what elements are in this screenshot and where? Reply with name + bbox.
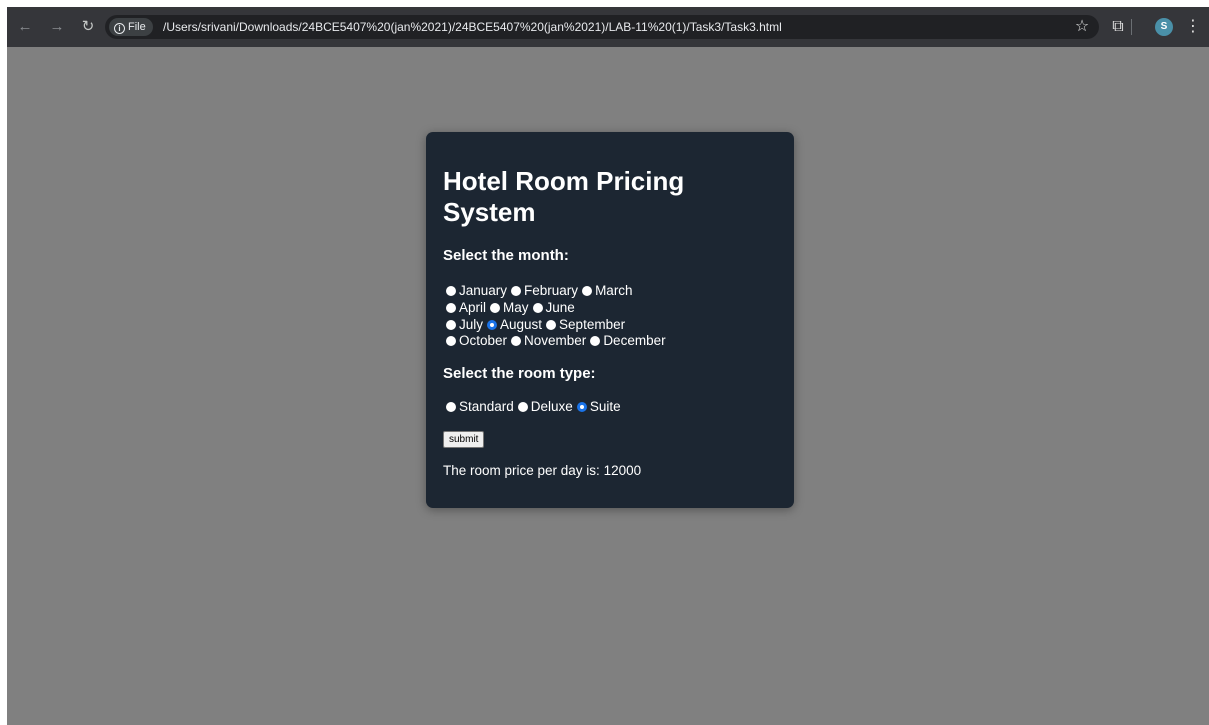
room-label-standard: Standard [459,399,514,414]
info-icon: i [114,23,125,34]
room-type-label: Select the room type: [443,365,596,382]
address-bar[interactable]: i File /Users/srivani/Downloads/24BCE5407… [105,15,1099,39]
forward-icon[interactable]: → [47,17,67,37]
month-radio-june[interactable] [532,303,543,313]
month-label-december: December [603,333,666,348]
month-option-september[interactable]: September [546,316,625,333]
month-option-december[interactable]: December [590,332,666,349]
month-radio-may[interactable] [490,303,501,313]
price-result: The room price per day is: 12000 [443,463,642,478]
toolbar-divider [1131,19,1132,35]
month-option-november[interactable]: November [511,332,586,349]
bookmark-star-icon[interactable]: ☆ [1071,16,1093,38]
month-radio-july[interactable] [446,320,456,330]
month-option-may[interactable]: May [490,299,529,316]
month-radio-august[interactable] [487,320,498,330]
month-radio-december[interactable] [590,336,601,346]
month-option-october[interactable]: October [446,332,507,349]
month-row: October November December [446,332,670,349]
month-label-april: April [459,300,487,315]
month-radio-february[interactable] [511,286,522,296]
month-radio-march[interactable] [582,286,593,296]
month-label-june: June [545,300,575,315]
room-label-deluxe: Deluxe [530,399,573,414]
month-radio-october[interactable] [446,336,456,346]
site-info-chip[interactable]: i File [109,18,153,36]
menu-kebab-icon[interactable]: ⋮ [1182,16,1204,38]
profile-avatar[interactable]: S [1155,18,1173,36]
back-icon[interactable]: ← [15,17,35,37]
month-option-march[interactable]: March [582,282,633,299]
room-label-suite: Suite [589,399,621,414]
room-radio-standard[interactable] [446,402,456,412]
month-label: Select the month: [443,247,569,264]
room-radio-deluxe[interactable] [517,402,528,412]
month-option-july[interactable]: July [446,316,483,333]
month-option-june[interactable]: June [532,299,575,316]
month-radio-april[interactable] [446,303,456,313]
month-option-april[interactable]: April [446,299,486,316]
month-option-august[interactable]: August [487,316,542,333]
url-text[interactable]: /Users/srivani/Downloads/24BCE5407%20(ja… [163,15,782,39]
month-label-august: August [500,317,543,332]
room-radio-suite[interactable] [576,402,587,412]
month-label-february: February [524,283,579,298]
page-title: Hotel Room Pricing System [443,166,685,227]
month-row: January February March [446,282,637,299]
room-option-deluxe[interactable]: Deluxe [517,398,573,415]
month-label-january: January [459,283,508,298]
month-label-november: November [524,333,587,348]
month-radio-september[interactable] [546,320,557,330]
month-radio-november[interactable] [511,336,522,346]
reload-icon[interactable]: ↻ [78,17,98,37]
submit-button[interactable]: submit [443,431,485,448]
month-option-january[interactable]: January [446,282,507,299]
month-label-july: July [459,317,484,332]
month-row: April May June [446,299,579,316]
month-option-february[interactable]: February [511,282,578,299]
room-option-standard[interactable]: Standard [446,398,514,415]
month-label-september: September [559,317,626,332]
browser-toolbar: ← → ↻ i File /Users/srivani/Downloads/24B… [7,7,1209,47]
site-info-label: File [128,21,146,33]
room-type-radio-group: Standard Deluxe Suite [446,398,625,415]
browser-window: ← → ↻ i File /Users/srivani/Downloads/24B… [7,7,1209,725]
month-row: July August September [446,316,629,333]
month-radio-january[interactable] [446,286,456,296]
room-option-suite[interactable]: Suite [576,398,621,415]
extensions-puzzle-icon[interactable]: ⧉ [1107,16,1129,38]
month-label-may: May [503,300,529,315]
month-label-october: October [459,333,508,348]
month-label-march: March [595,283,633,298]
pricing-card: Hotel Room Pricing System Select the mon… [426,132,794,508]
